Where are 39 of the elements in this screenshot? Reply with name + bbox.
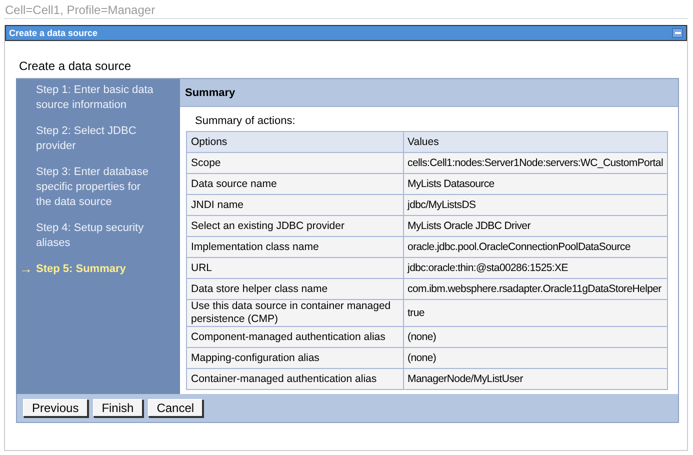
table-cell: MyLists Oracle JDBC Driver [403,216,668,236]
table-cell: Scope [186,152,404,174]
table-cell: ManagerNode/MyListUser [403,368,668,390]
table-cell: Data source name [186,174,404,194]
table-cell: URL [186,258,404,278]
table-caption: Summary of actions: [194,114,296,129]
table-cell: MyLists Datasource [403,174,668,194]
wizard-button[interactable]: Finish [92,399,143,417]
page-heading: Create a data source [18,58,132,75]
table-cell: Select an existing JDBC provider [186,216,404,236]
breadcrumb: Cell=Cell1, Profile=Manager [4,0,688,19]
wizard-step[interactable]: Step 4: Setup security aliases [36,221,156,251]
arrow-icon: → [20,261,32,276]
section-title: Summary [185,87,236,99]
minimize-button[interactable] [672,28,683,38]
table-cell: cells:Cell1:nodes:Server1Node:servers:WC_CustomPortal [403,152,668,174]
table-cell: Use this data source in container managed persistence (CMP) [186,300,404,326]
wizard-step[interactable]: Step 5: Summary [36,262,156,277]
table-cell: (none) [403,348,668,368]
table-cell: Component-managed authentication alias [186,326,404,348]
portlet-title: Create a data source [9,28,98,38]
table-cell: Container-managed authentication alias [186,368,404,390]
table-cell: oracle.jdbc.pool.OracleConnectionPoolDataSource [403,236,668,258]
wizard-step[interactable]: Step 1: Enter basic data source information [36,83,156,113]
table-cell: jdbc:oracle:thin:@sta00286:1525:XE [403,258,668,278]
table-cell: Mapping-configuration alias [186,348,404,368]
wizard-button[interactable]: Previous [23,399,88,417]
table-cell: com.ibm.websphere.rsadapter.Oracle11gDataStoreHelper [403,278,668,300]
wizard-step[interactable]: Step 3: Enter database specific properties for the data source [36,165,156,210]
column-header: Options [186,132,404,152]
table-cell: (none) [403,326,668,348]
column-header: Values [403,132,668,152]
table-cell: Implementation class name [186,236,404,258]
wizard-step[interactable]: Step 2: Select JDBC provider [36,124,156,154]
wizard-button[interactable]: Cancel [148,399,204,417]
table-cell: true [403,300,668,326]
table-cell: JNDI name [186,194,404,216]
table-cell: jdbc/MyListsDS [403,194,668,216]
table-cell: Data store helper class name [186,278,404,300]
